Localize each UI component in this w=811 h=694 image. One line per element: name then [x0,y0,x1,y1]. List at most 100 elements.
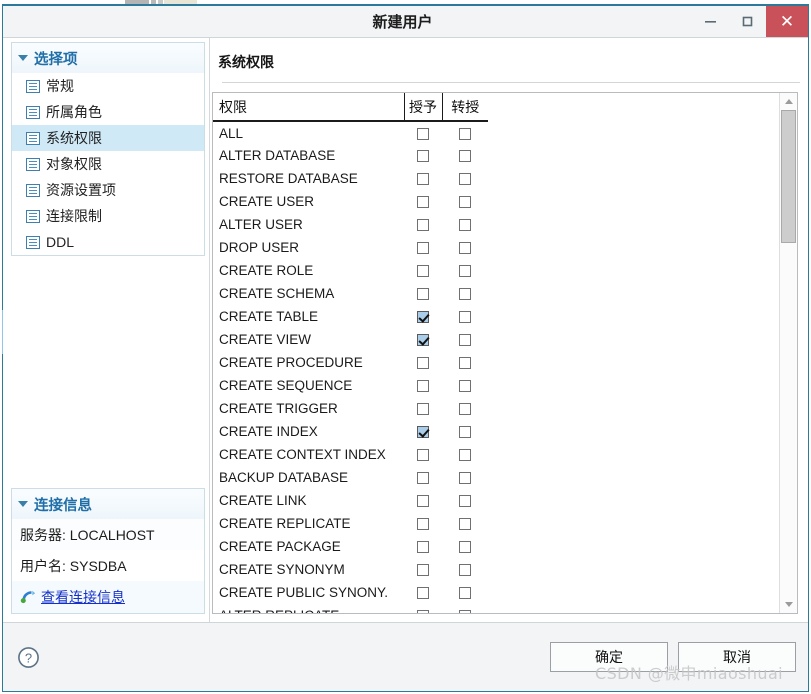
grant-checkbox-cell[interactable] [404,466,442,489]
grant-checkbox-cell[interactable] [404,144,442,167]
grant-checkbox[interactable] [417,196,429,209]
admin-option-checkbox-cell[interactable] [442,121,488,144]
table-row[interactable]: CREATE USER [213,190,779,213]
table-row[interactable]: CREATE VIEW [213,328,779,351]
grant-checkbox-cell[interactable] [404,328,442,351]
admin-option-checkbox[interactable] [459,311,471,324]
admin-option-checkbox[interactable] [459,196,471,209]
admin-option-checkbox-cell[interactable] [442,604,488,613]
admin-option-checkbox-cell[interactable] [442,420,488,443]
grant-checkbox[interactable] [417,265,429,278]
sidebar-item-3[interactable]: 对象权限 [12,151,204,177]
grant-checkbox[interactable] [417,403,429,416]
grant-checkbox-cell[interactable] [404,535,442,558]
vertical-scrollbar[interactable] [779,93,797,613]
admin-option-checkbox[interactable] [459,127,471,140]
admin-option-checkbox-cell[interactable] [442,443,488,466]
grant-checkbox[interactable] [417,610,429,613]
grant-checkbox-cell[interactable] [404,282,442,305]
sidebar-item-5[interactable]: 连接限制 [12,203,204,229]
grant-checkbox[interactable] [417,288,429,301]
grant-checkbox-cell[interactable] [404,489,442,512]
admin-option-checkbox-cell[interactable] [442,167,488,190]
admin-option-checkbox-cell[interactable] [442,581,488,604]
admin-option-checkbox[interactable] [459,564,471,577]
table-row[interactable]: CREATE LINK [213,489,779,512]
table-row[interactable]: BACKUP DATABASE [213,466,779,489]
grant-checkbox[interactable] [417,472,429,485]
table-row[interactable]: CREATE TRIGGER [213,397,779,420]
grant-checkbox[interactable] [417,495,429,508]
grant-checkbox-cell[interactable] [404,604,442,613]
admin-option-checkbox-cell[interactable] [442,466,488,489]
view-connection-info-link[interactable]: 查看连接信息 [41,587,125,607]
grant-checkbox[interactable] [417,518,429,531]
admin-option-checkbox-cell[interactable] [442,558,488,581]
scroll-down-arrow-icon[interactable] [780,596,797,613]
grant-checkbox-cell[interactable] [404,236,442,259]
admin-option-checkbox-cell[interactable] [442,282,488,305]
table-row[interactable]: CREATE REPLICATE [213,512,779,535]
admin-option-checkbox[interactable] [459,242,471,255]
table-row[interactable]: DROP USER [213,236,779,259]
ok-button[interactable]: 确定 [550,642,668,672]
grant-checkbox-cell[interactable] [404,420,442,443]
view-connection-info-row[interactable]: 查看连接信息 [12,581,204,613]
cancel-button[interactable]: 取消 [678,642,796,672]
maximize-button[interactable] [729,6,766,37]
admin-option-checkbox-cell[interactable] [442,259,488,282]
grant-checkbox[interactable] [417,242,429,255]
sidebar-item-0[interactable]: 常规 [12,73,204,99]
grant-checkbox-cell[interactable] [404,167,442,190]
table-row[interactable]: CREATE CONTEXT INDEX [213,443,779,466]
column-header-admin[interactable]: 转授 [441,93,488,122]
admin-option-checkbox-cell[interactable] [442,512,488,535]
sidebar-item-4[interactable]: 资源设置项 [12,177,204,203]
admin-option-checkbox[interactable] [459,449,471,462]
table-row[interactable]: ALL [213,121,779,144]
grant-checkbox[interactable] [417,449,429,462]
grant-checkbox[interactable] [417,380,429,393]
grant-checkbox-cell[interactable] [404,305,442,328]
help-question-icon[interactable]: ? [17,646,40,669]
grant-checkbox-cell[interactable] [404,443,442,466]
table-row[interactable]: CREATE TABLE [213,305,779,328]
grant-checkbox[interactable] [417,357,429,370]
grant-checkbox[interactable] [417,587,429,600]
column-header-permission[interactable]: 权限 [213,93,404,122]
admin-option-checkbox[interactable] [459,357,471,370]
admin-option-checkbox[interactable] [459,541,471,554]
table-row[interactable]: CREATE PACKAGE [213,535,779,558]
admin-option-checkbox[interactable] [459,587,471,600]
grant-checkbox-cell[interactable] [404,581,442,604]
admin-option-checkbox[interactable] [459,403,471,416]
grant-checkbox[interactable] [417,150,429,163]
sidebar-item-2[interactable]: 系统权限 [12,125,204,151]
admin-option-checkbox[interactable] [459,173,471,186]
table-row[interactable]: CREATE SYNONYM [213,558,779,581]
grant-checkbox-cell[interactable] [404,374,442,397]
admin-option-checkbox[interactable] [459,472,471,485]
grant-checkbox[interactable] [417,334,429,347]
admin-option-checkbox[interactable] [459,334,471,347]
grant-checkbox[interactable] [417,541,429,554]
admin-option-checkbox[interactable] [459,610,471,613]
admin-option-checkbox-cell[interactable] [442,305,488,328]
sidebar-item-6[interactable]: DDL [12,229,204,255]
grant-checkbox[interactable] [417,219,429,232]
admin-option-checkbox-cell[interactable] [442,236,488,259]
admin-option-checkbox[interactable] [459,219,471,232]
scroll-up-arrow-icon[interactable] [780,93,797,110]
sidebar-item-1[interactable]: 所属角色 [12,99,204,125]
admin-option-checkbox-cell[interactable] [442,351,488,374]
admin-option-checkbox[interactable] [459,288,471,301]
grant-checkbox-cell[interactable] [404,512,442,535]
connection-panel-header[interactable]: 连接信息 [12,489,204,519]
admin-option-checkbox-cell[interactable] [442,489,488,512]
grant-checkbox-cell[interactable] [404,397,442,420]
grant-checkbox-cell[interactable] [404,259,442,282]
table-row[interactable]: CREATE PROCEDURE [213,351,779,374]
table-row[interactable]: RESTORE DATABASE [213,167,779,190]
admin-option-checkbox[interactable] [459,265,471,278]
table-row[interactable]: CREATE SEQUENCE [213,374,779,397]
